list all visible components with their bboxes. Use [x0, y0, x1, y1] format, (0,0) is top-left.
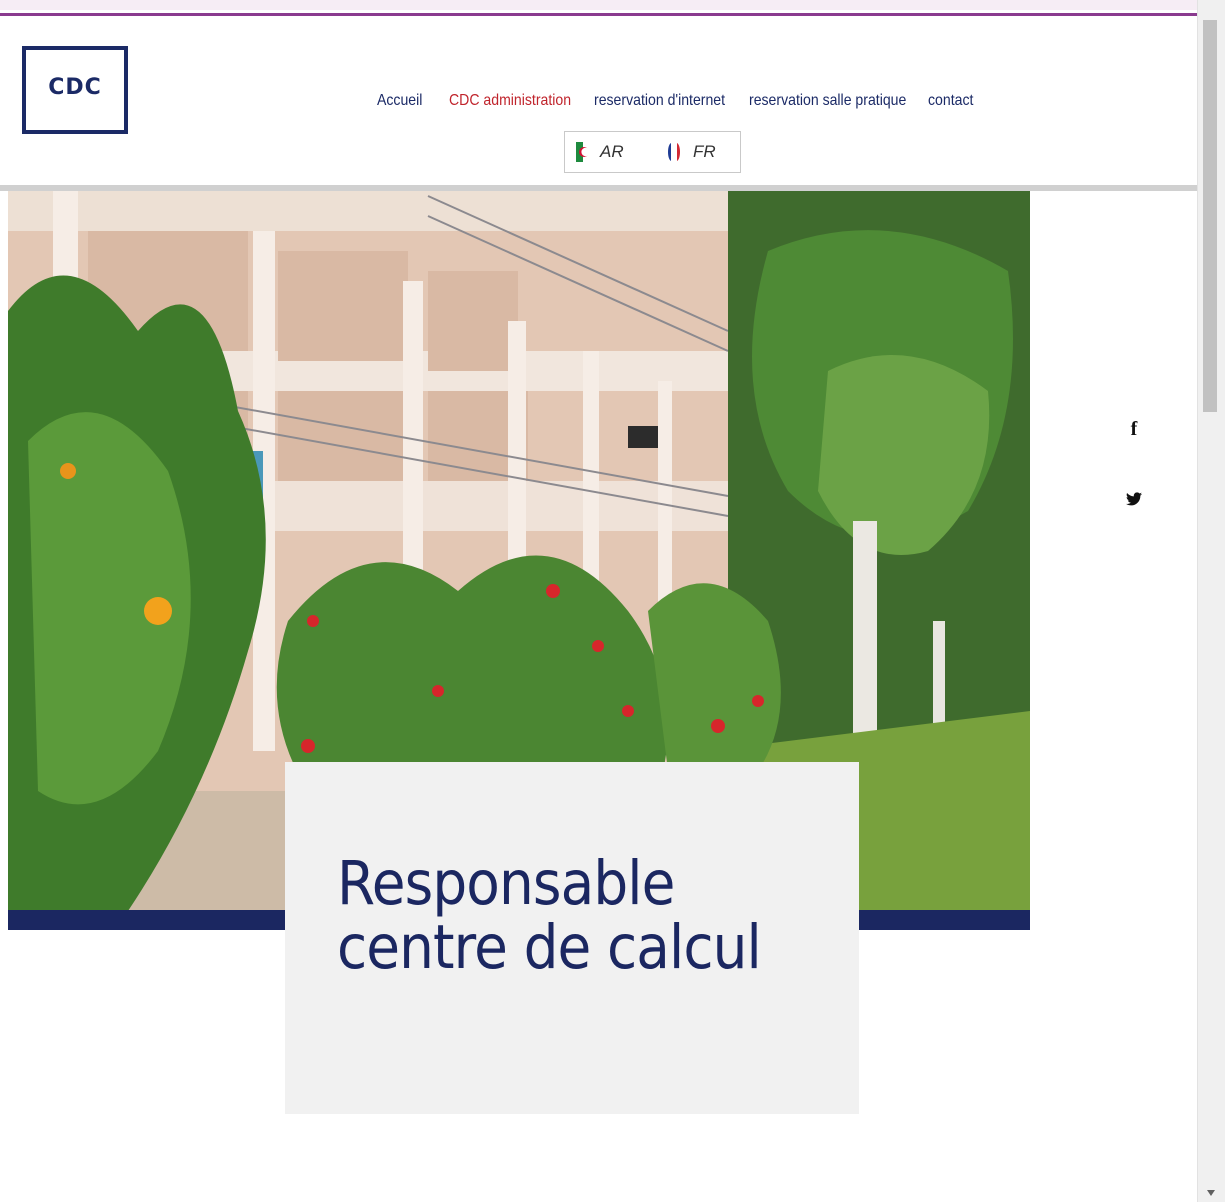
site-logo[interactable]: CDC	[22, 46, 128, 134]
lang-label-ar: AR	[600, 142, 624, 161]
lang-option-ar[interactable]: AR	[576, 142, 624, 162]
nav-item-cdc-administration[interactable]: CDC administration	[449, 92, 571, 110]
page-title: Responsable centre de calcul	[337, 848, 762, 983]
top-accent-line	[0, 13, 1197, 16]
scrollbar-thumb[interactable]	[1203, 20, 1217, 412]
nav-item-contact[interactable]: contact	[928, 92, 973, 110]
nav-item-reservation-salle[interactable]: reservation salle pratique	[749, 92, 906, 110]
language-switcher: AR FR	[564, 131, 741, 173]
facebook-icon[interactable]: f	[1122, 415, 1146, 443]
nav-item-reservation-internet[interactable]: reservation d'internet	[594, 92, 725, 110]
page-scrollbar[interactable]	[1197, 0, 1225, 1202]
top-strip	[0, 0, 1197, 10]
algeria-flag-icon	[576, 142, 590, 162]
lang-option-fr[interactable]: FR	[665, 142, 716, 162]
lang-label-fr: FR	[693, 142, 716, 161]
nav-item-accueil[interactable]: Accueil	[377, 92, 422, 110]
scroll-down-icon[interactable]	[1207, 1190, 1215, 1196]
twitter-icon[interactable]	[1122, 485, 1146, 513]
france-flag-icon	[668, 143, 680, 161]
hero-title-card: Responsable centre de calcul	[285, 762, 859, 1114]
twitter-bird-glyph	[1126, 492, 1142, 506]
